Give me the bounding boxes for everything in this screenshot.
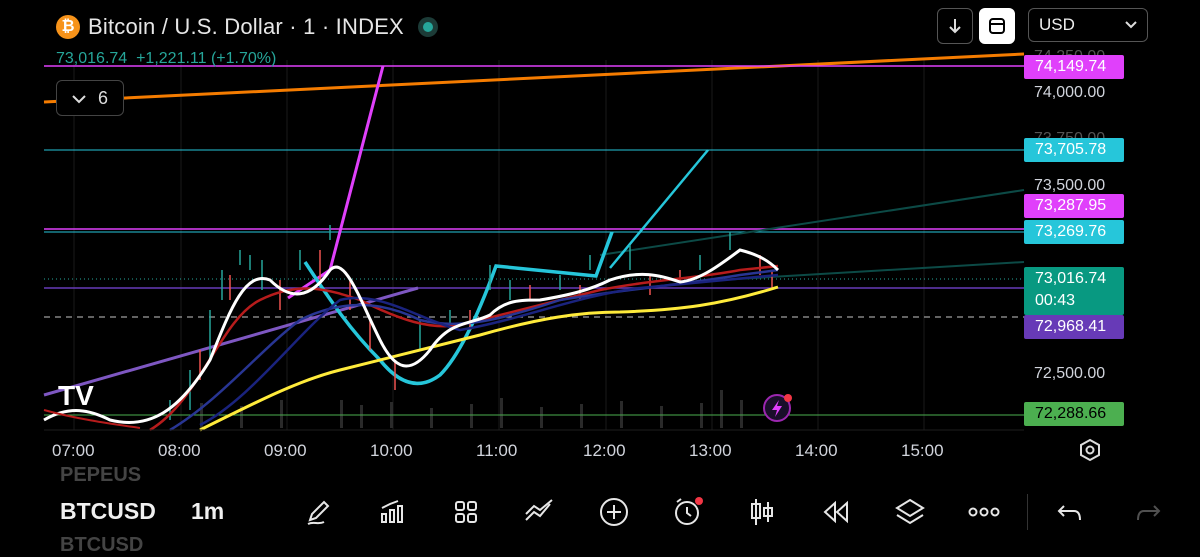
rewind-icon[interactable] — [818, 494, 854, 530]
price-tick: 73,500.00 — [1034, 177, 1106, 194]
market-status-icon[interactable] — [417, 17, 438, 37]
chart-canvas[interactable]: TV — [0, 0, 1200, 470]
trend-icon[interactable] — [522, 494, 558, 530]
currency-select[interactable]: USD — [1028, 8, 1148, 42]
time-tick: 09:00 — [264, 441, 307, 460]
candles-icon[interactable] — [744, 494, 780, 530]
add-icon[interactable] — [596, 494, 632, 530]
symbol-button[interactable]: BTCUSD — [60, 498, 156, 525]
more-icon[interactable] — [966, 494, 1002, 530]
current-price: 73,016.74 — [56, 50, 128, 67]
undo-icon[interactable] — [1052, 494, 1088, 530]
ma-white — [43, 248, 780, 424]
grid-icon[interactable] — [448, 494, 484, 530]
cyan-projection[interactable] — [609, 149, 709, 269]
arrow-down-icon — [949, 19, 961, 34]
toolbar-divider — [1027, 494, 1028, 530]
ma-blue — [169, 268, 779, 432]
price-label-pink-line[interactable]: 73,287.95 — [1024, 194, 1124, 218]
chart-bars-icon[interactable] — [374, 494, 410, 530]
time-tick: 14:00 — [795, 441, 838, 460]
teal-trend-line[interactable] — [599, 189, 1025, 256]
time-tick: 11:00 — [476, 441, 518, 460]
lightning-button[interactable] — [763, 394, 792, 422]
time-tick: 12:00 — [583, 441, 626, 460]
layers-icon[interactable] — [892, 494, 928, 530]
fullscreen-button[interactable] — [979, 8, 1015, 44]
currency-value: USD — [1039, 15, 1075, 34]
frame-icon — [989, 18, 1005, 34]
tv-watermark: TV — [58, 380, 94, 411]
chart-settings-button[interactable] — [1078, 438, 1102, 467]
pen-icon[interactable] — [300, 494, 336, 530]
chevron-down-icon — [72, 88, 86, 109]
settings-hexagon-icon — [1080, 438, 1100, 462]
download-button[interactable] — [937, 8, 973, 44]
price-change-line: 73,016.74 +1,221.11 (+1.70%) — [56, 50, 276, 68]
price-label-purple-line[interactable]: 72,968.41 — [1024, 315, 1124, 339]
volume-bars — [200, 390, 743, 428]
symbol-header[interactable]: ₿ Bitcoin / U.S. Dollar · 1 · INDEX — [56, 10, 438, 44]
bitcoin-logo-icon: ₿ — [56, 15, 80, 39]
last-price-value: 73,016.74 — [1035, 270, 1107, 287]
indicator-count: 6 — [97, 87, 108, 108]
price-label-cyan-line-2[interactable]: 73,269.76 — [1024, 220, 1124, 244]
time-tick: 07:00 — [52, 441, 95, 460]
time-tick: 13:00 — [689, 441, 732, 460]
time-tick: 10:00 — [370, 441, 413, 460]
price-label-green-line[interactable]: 72,288.66 — [1024, 402, 1124, 426]
chevron-down-icon — [1125, 21, 1137, 29]
price-label-cyan-line[interactable]: 73,705.78 — [1024, 138, 1124, 162]
prev-symbol[interactable]: PEPEUS — [60, 464, 141, 487]
symbol-title[interactable]: Bitcoin / U.S. Dollar · 1 · INDEX — [88, 14, 404, 40]
alarm-icon[interactable] — [670, 494, 706, 530]
last-price-label[interactable]: 73,016.74 00:43 — [1024, 267, 1124, 315]
time-tick: 15:00 — [901, 441, 944, 460]
redo-icon[interactable] — [1130, 494, 1166, 530]
price-label-orange-line[interactable]: 74,149.74 — [1024, 55, 1124, 79]
bar-countdown: 00:43 — [1035, 292, 1076, 309]
time-tick: 08:00 — [158, 441, 201, 460]
price-change: +1,221.11 — [136, 50, 207, 67]
price-change-pct: (+1.70%) — [210, 50, 277, 67]
price-tick: 74,000.00 — [1034, 84, 1106, 101]
pink-drawing[interactable] — [287, 65, 385, 300]
indicators-toggle-button[interactable]: 6 — [56, 80, 124, 116]
interval-button[interactable]: 1m — [191, 498, 224, 525]
price-tick: 72,500.00 — [1034, 365, 1106, 382]
